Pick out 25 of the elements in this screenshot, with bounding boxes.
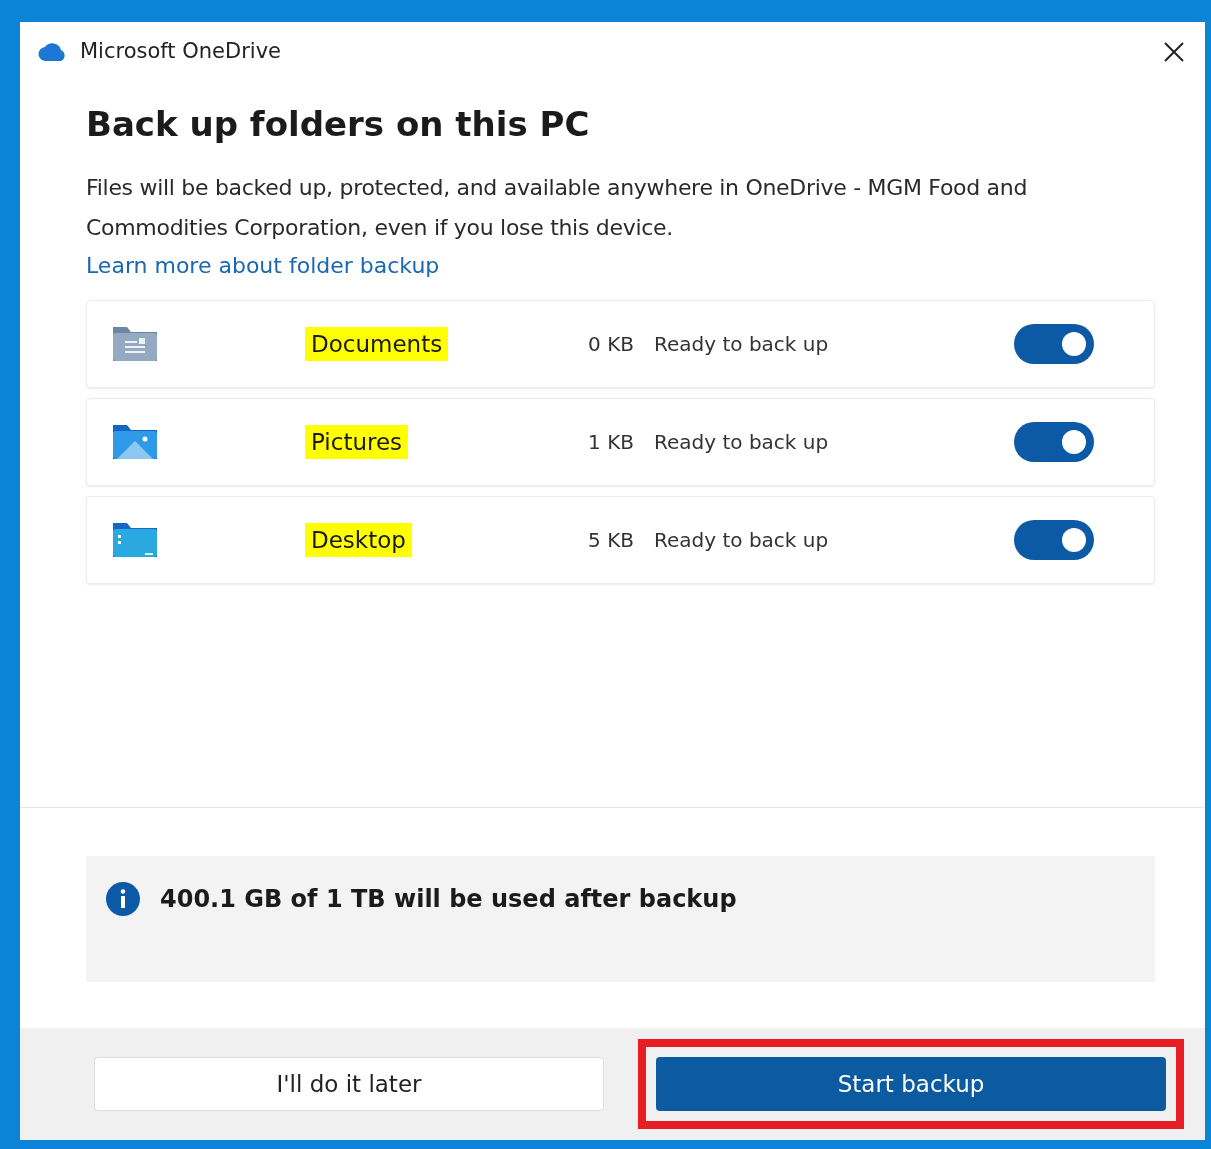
cloud-icon [38, 42, 68, 62]
info-icon [106, 882, 140, 916]
start-backup-button[interactable]: Start backup [656, 1057, 1166, 1111]
folder-size: 0 KB [588, 331, 634, 358]
window-title: Microsoft OneDrive [80, 38, 281, 66]
folder-size: 1 KB [588, 429, 634, 456]
folder-status: Ready to back up [654, 429, 830, 456]
close-icon [1163, 41, 1185, 63]
folder-name: Documents [305, 326, 449, 362]
storage-info-text: 400.1 GB of 1 TB will be used after backup [160, 884, 737, 915]
backup-toggle[interactable] [1014, 324, 1094, 364]
folder-status: Ready to back up [654, 527, 830, 554]
folder-name: Pictures [305, 424, 409, 460]
page-heading: Back up folders on this PC [86, 103, 591, 146]
folder-name: Desktop [305, 522, 412, 558]
folder-status: Ready to back up [654, 331, 830, 358]
backup-toggle[interactable] [1014, 520, 1094, 560]
description-text: Files will be backed up, protected, and available anywhere in OneDrive - MGM Food and Commodities Corporation, even if you lose this device. [86, 174, 1029, 242]
later-button[interactable]: I'll do it later [94, 1057, 604, 1111]
picture-folder-icon [111, 423, 159, 461]
learn-more-link[interactable]: Learn more about folder backup [86, 248, 440, 284]
document-folder-icon [111, 325, 159, 363]
desktop-folder-icon [111, 521, 159, 559]
backup-toggle[interactable] [1014, 422, 1094, 462]
folder-size: 5 KB [588, 527, 634, 554]
